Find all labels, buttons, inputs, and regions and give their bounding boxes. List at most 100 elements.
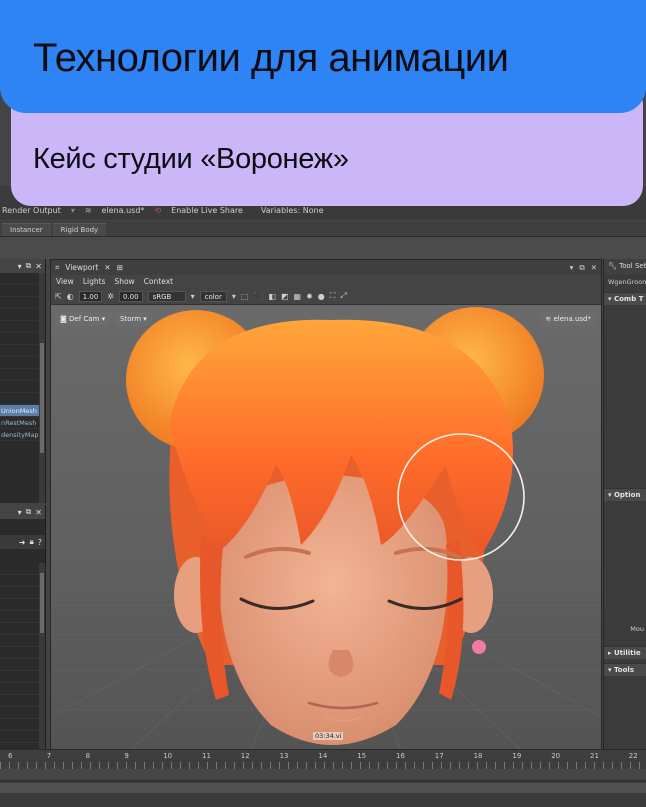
menu-show[interactable]: Show [114,277,134,286]
menu-view[interactable]: View [56,277,74,286]
timeline-frame-label: 18 [473,752,483,760]
section-utilities[interactable]: ▸ Utilitie [604,646,646,659]
section-comb-label: Comb T [613,295,644,303]
timeline-frame-label: 8 [85,752,91,760]
help-icon[interactable]: ? [38,538,42,547]
new-tab-icon[interactable]: ⊞ [117,263,123,272]
outliner-panel: ▾ ⧉ ✕ UnionMesh nRestMesh densityMap [0,259,46,503]
section-tools-label: Tools [613,666,634,674]
page-subtitle: Кейс студии «Воронеж» [33,143,349,175]
shadow-icon[interactable]: ● [318,292,325,301]
frame-icon[interactable]: ⛶ [330,291,336,301]
menu-context[interactable]: Context [144,277,173,286]
timeline-frame-label: 22 [628,752,638,760]
camera-tool-icon[interactable]: ⇱ [55,292,62,301]
tool-settings-panel: 🔧︎ Tool Settings WgenGroom ▾ Comb T ▾ Op… [603,259,646,749]
timecode-label: 03:34.vi [313,732,344,740]
layer-panel-header: ▾ ⧉ ✕ [0,505,45,519]
lock-icon[interactable]: 🔒︎ [29,537,33,547]
character-render [51,307,601,750]
usd-stage-icon: ≋ [84,205,92,215]
menu-lights[interactable]: Lights [83,277,106,286]
render-output-dropdown[interactable]: Render Output [2,206,61,215]
variables-label[interactable]: Variables: None [261,206,324,215]
stage-file-label[interactable]: elena.usd* [102,206,145,215]
range-slider-track[interactable] [0,769,646,781]
timeline-frame-label: 15 [357,752,367,760]
float-panel-icon[interactable]: ⧉ [26,261,32,271]
stage-label: elena.usd* [553,315,591,323]
close-icon[interactable]: ✕ [35,262,42,271]
dropdown-arrow-icon[interactable]: ▾ [18,508,22,517]
viewport-header: ⌗ Viewport ✕ ⊞ ▾ ⧉ ✕ [51,260,601,275]
gamma-field[interactable]: 0.00 [118,290,143,302]
timeline-frame-label: 12 [240,752,250,760]
tool-settings-title: 🔧︎ Tool Settings [604,259,646,274]
live-share-button[interactable]: Enable Live Share [171,206,243,215]
fit-view-icon[interactable]: ⤢ [340,291,346,301]
timeline-frame-label: 14 [318,752,328,760]
page-title: Технологии для анимации [33,36,509,80]
shelf-tab-rigid-body[interactable]: Rigid Body [52,223,107,236]
timeline-frame-label: 21 [590,752,599,760]
timeline-frame-label: 17 [434,752,444,760]
light-bulb-icon[interactable]: ✹ [306,292,313,301]
lit-cube-icon[interactable]: ◩ [281,292,289,301]
viewport-toolbar: ⇱ ◐ 1.00 ✲ 0.00 sRGB ▾ color ▾ ⬚ ⬛ ◧ ◩ ▦… [51,288,601,305]
layer-scrollbar[interactable] [39,563,45,749]
section-comb[interactable]: ▾ Comb T [604,292,646,305]
textured-cube-icon[interactable]: ◧ [268,292,276,301]
renderer-dropdown[interactable]: Storm ▾ [115,312,152,326]
mouse-label: Mou [630,625,644,633]
timeline-frame-label: 9 [124,752,129,760]
color-space-dropdown[interactable]: sRGB [147,290,186,302]
dropdown-arrow-icon[interactable]: ▾ [232,292,236,301]
section-tools[interactable]: ▾ Tools [604,663,646,676]
shelf-tab-instancer[interactable]: Instancer [2,223,51,236]
exposure-field[interactable]: 1.00 [78,290,103,302]
tool-settings-title-text: Tool Settings [619,262,646,270]
timeline-frame-label: 10 [163,752,173,760]
close-icon[interactable]: ✕ [591,263,597,273]
renderer-label: Storm [120,315,142,323]
dropdown-arrow-icon[interactable]: ▾ [191,292,195,301]
command-line[interactable] [0,783,646,793]
checker-icon[interactable]: ▦ [294,292,302,301]
viewport-icon: ⌗ [55,262,60,272]
section-utilities-label: Utilitie [613,649,641,657]
timeline-frame-label: 7 [46,752,52,760]
outliner-header: ▾ ⧉ ✕ [0,259,45,273]
float-panel-icon[interactable]: ⧉ [579,263,584,273]
close-icon[interactable]: ✕ [104,263,110,272]
close-icon[interactable]: ✕ [35,508,42,517]
wireframe-cube-icon[interactable]: ⬚ [241,292,249,301]
timeline-frame-label: 13 [279,752,289,760]
gamma-icon[interactable]: ✲ [107,292,114,301]
camera-dropdown[interactable]: ◙ Def Cam ▾ [55,312,111,326]
shelf-strip [0,237,646,259]
section-options-label: Option [613,491,641,499]
timeline-frame-label: 16 [396,752,405,760]
viewport-menu-bar: View Lights Show Context [51,275,601,288]
timeline[interactable]: 6 7 8 9 10 11 12 13 14 15 16 17 18 19 20 21 22 [0,749,646,770]
timeline-frame-label: 20 [551,752,561,760]
stage-selector[interactable]: ≋ elena.usd* [540,312,596,326]
shaded-cube-icon[interactable]: ⬛ [253,292,263,301]
section-options[interactable]: ▾ Option [604,488,646,501]
display-mode-dropdown[interactable]: color [199,290,227,302]
exposure-icon[interactable]: ◐ [67,292,74,301]
viewport-panel: ⌗ Viewport ✕ ⊞ ▾ ⧉ ✕ View Lights Show Co… [50,259,602,750]
live-share-icon: ⟲ [154,205,162,215]
dropdown-arrow-icon[interactable]: ▾ [18,262,22,271]
layer-panel: ▾ ⧉ ✕ ➜ 🔒︎ ? [0,505,46,749]
viewport-title: Viewport [65,263,99,272]
dropdown-arrow-icon: ▾ [70,205,75,215]
range-slider[interactable] [0,769,646,807]
arrow-right-icon[interactable]: ➜ [19,538,26,547]
tool-context-label: WgenGroom [608,278,646,286]
float-panel-icon[interactable]: ⧉ [26,507,32,517]
dropdown-arrow-icon[interactable]: ▾ [570,263,574,273]
timeline-frame-label: 6 [8,752,13,760]
viewport-scene[interactable]: ◙ Def Cam ▾ Storm ▾ ≋ elena.usd* 03:34.v… [51,305,601,750]
outliner-scrollbar[interactable] [39,273,45,503]
